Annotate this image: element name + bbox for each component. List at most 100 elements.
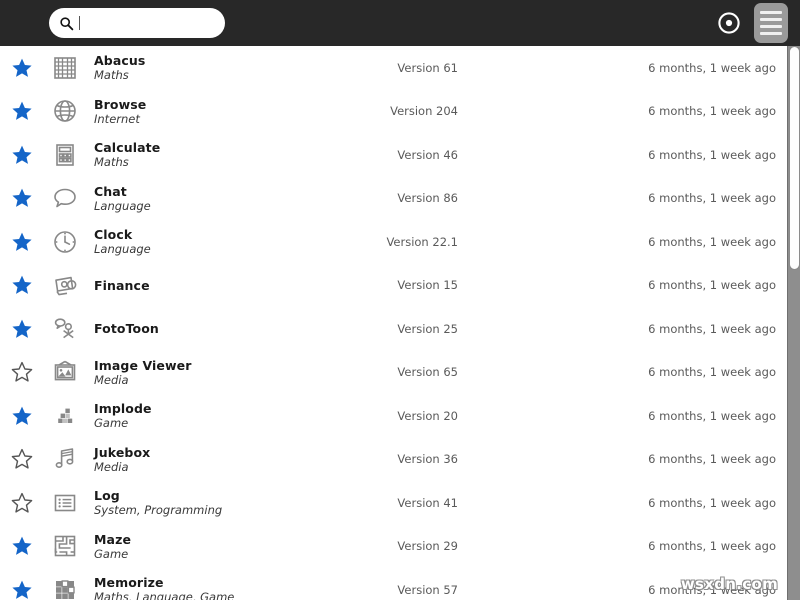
table-row[interactable]: Implode Game Version 20 6 months, 1 week ag… xyxy=(0,394,788,438)
hamburger-menu-icon xyxy=(760,32,782,35)
hamburger-menu-icon xyxy=(760,18,782,21)
circle-dot-button[interactable] xyxy=(714,8,744,38)
circle-dot-icon xyxy=(718,12,740,34)
grid-tiles-icon[interactable] xyxy=(44,577,86,600)
activity-title: Maze xyxy=(94,531,132,547)
clock-icon[interactable] xyxy=(44,229,86,255)
activity-name-cell[interactable]: Calculate Maths xyxy=(86,140,328,169)
table-row[interactable]: Browse Internet Version 204 6 months, 1 wee… xyxy=(0,90,788,134)
favorite-star-filled-icon[interactable] xyxy=(0,231,44,253)
favorite-star-outline-icon[interactable] xyxy=(0,361,44,383)
activity-name-cell[interactable]: Maze Game xyxy=(86,532,328,561)
music-note-icon[interactable] xyxy=(44,446,86,472)
favorite-star-filled-icon[interactable] xyxy=(0,57,44,79)
activity-name-cell[interactable]: Abacus Maths xyxy=(86,53,328,82)
activity-tags: Media xyxy=(94,372,129,387)
activity-name-cell[interactable]: Implode Game xyxy=(86,401,328,430)
favorite-star-outline-icon[interactable] xyxy=(0,492,44,514)
activity-date: 6 months, 1 week ago xyxy=(648,321,776,336)
table-row[interactable]: Maze Game Version 29 6 months, 1 week ago xyxy=(0,525,788,569)
activity-name-cell[interactable]: Image Viewer Media xyxy=(86,358,328,387)
table-row[interactable]: Abacus Maths Version 61 6 months, 1 week ag… xyxy=(0,46,788,90)
globe-icon[interactable] xyxy=(44,98,86,124)
favorite-star-filled-icon[interactable] xyxy=(0,187,44,209)
activity-title: Memorize xyxy=(94,575,164,591)
picture-frame-icon[interactable] xyxy=(44,359,86,385)
maze-icon[interactable] xyxy=(44,533,86,559)
activity-title: Clock xyxy=(94,227,133,243)
blocks-icon[interactable] xyxy=(44,403,86,429)
activity-tags: Maths, Language, Game xyxy=(94,590,235,600)
favorite-star-filled-icon[interactable] xyxy=(0,100,44,122)
activity-name-cell[interactable]: Memorize Maths, Language, Game xyxy=(86,575,328,600)
activity-version: Version 36 xyxy=(397,452,458,467)
activity-title: Image Viewer xyxy=(94,357,192,373)
activity-title: Finance xyxy=(94,277,150,293)
table-row[interactable]: Calculate Maths Version 46 6 months, 1 week… xyxy=(0,133,788,177)
activity-date: 6 months, 1 week ago xyxy=(648,278,776,293)
activity-title: Jukebox xyxy=(94,444,151,460)
activity-tags: Media xyxy=(94,459,129,474)
activity-name-cell[interactable]: Log System, Programming xyxy=(86,488,328,517)
abacus-icon[interactable] xyxy=(44,55,86,81)
activity-tags: Language xyxy=(94,198,151,213)
activity-list[interactable]: Abacus Maths Version 61 6 months, 1 week ag… xyxy=(0,46,788,600)
activity-version: Version 86 xyxy=(397,191,458,206)
activity-tags: Internet xyxy=(94,111,140,126)
activity-name-cell[interactable]: Browse Internet xyxy=(86,97,328,126)
favorite-star-filled-icon[interactable] xyxy=(0,405,44,427)
activity-name-cell[interactable]: Finance xyxy=(86,278,328,293)
search-caret xyxy=(79,16,80,30)
activity-name-cell[interactable]: FotoToon xyxy=(86,321,328,336)
activity-title: Chat xyxy=(94,183,127,199)
favorite-star-filled-icon[interactable] xyxy=(0,144,44,166)
table-row[interactable]: Image Viewer Media Version 65 6 months, 1 w… xyxy=(0,351,788,395)
table-row[interactable]: Clock Language Version 22.1 6 months, 1 wee… xyxy=(0,220,788,264)
activity-version: Version 41 xyxy=(397,495,458,510)
activity-date: 6 months, 1 week ago xyxy=(648,191,776,206)
favorite-star-outline-icon[interactable] xyxy=(0,448,44,470)
list-lines-icon[interactable] xyxy=(44,490,86,516)
vertical-scrollbar[interactable] xyxy=(787,46,800,600)
activity-name-cell[interactable]: Clock Language xyxy=(86,227,328,256)
favorite-star-filled-icon[interactable] xyxy=(0,318,44,340)
banknote-icon[interactable] xyxy=(44,272,86,298)
favorite-star-filled-icon[interactable] xyxy=(0,274,44,296)
hamburger-menu-icon xyxy=(760,11,782,14)
activity-date: 6 months, 1 week ago xyxy=(648,147,776,162)
search-icon xyxy=(60,16,74,30)
activity-tags: Game xyxy=(94,416,129,431)
activity-date: 6 months, 1 week ago xyxy=(648,365,776,380)
search-input[interactable] xyxy=(49,8,225,38)
activity-date: 6 months, 1 week ago xyxy=(648,539,776,554)
activity-tags: Maths xyxy=(94,155,129,170)
activity-version: Version 46 xyxy=(397,147,458,162)
activity-version: Version 22.1 xyxy=(386,234,458,249)
favorite-star-filled-icon[interactable] xyxy=(0,579,44,600)
activity-name-cell[interactable]: Jukebox Media xyxy=(86,445,328,474)
activity-date: 6 months, 1 week ago xyxy=(648,408,776,423)
fototoon-icon[interactable] xyxy=(44,316,86,342)
table-row[interactable]: Jukebox Media Version 36 6 months, 1 week a… xyxy=(0,438,788,482)
hamburger-menu-button[interactable] xyxy=(754,3,788,43)
table-row[interactable]: Chat Language Version 86 6 months, 1 week a… xyxy=(0,177,788,221)
activity-title: Implode xyxy=(94,401,152,417)
calculator-icon[interactable] xyxy=(44,142,86,168)
table-row[interactable]: Log System, Programming Version 41 6 months… xyxy=(0,481,788,525)
speech-bubble-icon[interactable] xyxy=(44,185,86,211)
favorite-star-filled-icon[interactable] xyxy=(0,535,44,557)
activity-tags: Maths xyxy=(94,68,129,83)
table-row[interactable]: Finance Version 15 6 months, 1 week ago xyxy=(0,264,788,308)
activity-name-cell[interactable]: Chat Language xyxy=(86,184,328,213)
activity-date: 6 months, 1 week ago xyxy=(648,234,776,249)
activity-list-window: Abacus Maths Version 61 6 months, 1 week ag… xyxy=(0,0,800,600)
table-row[interactable]: Memorize Maths, Language, Game Version 57 6… xyxy=(0,568,788,600)
table-row[interactable]: FotoToon Version 25 6 months, 1 week ago xyxy=(0,307,788,351)
activity-version: Version 25 xyxy=(397,321,458,336)
scrollbar-thumb[interactable] xyxy=(789,46,800,270)
activity-date: 6 months, 1 week ago xyxy=(648,582,776,597)
activity-tags: Language xyxy=(94,242,151,257)
activity-version: Version 29 xyxy=(397,539,458,554)
activity-tags: Game xyxy=(94,546,129,561)
activity-version: Version 57 xyxy=(397,582,458,597)
